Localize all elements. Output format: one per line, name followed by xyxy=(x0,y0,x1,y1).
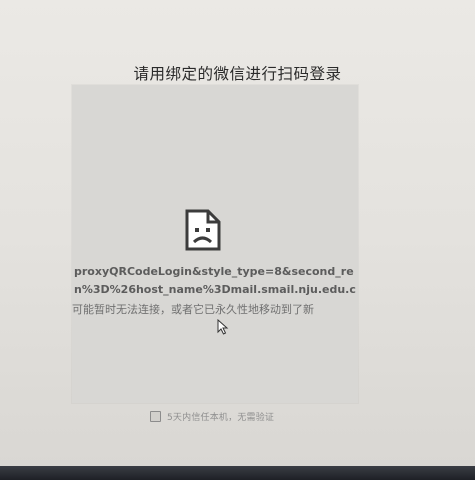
page-title: 请用绑定的微信进行扫码登录 xyxy=(133,65,342,83)
screen: 请用绑定的微信进行扫码登录 proxyQRCodeLogin&style_typ… xyxy=(0,0,475,466)
remember-device-checkbox[interactable] xyxy=(150,410,161,422)
remember-device-row[interactable]: 5天内信任本机，无需验证 xyxy=(150,409,274,423)
mouse-pointer-icon xyxy=(217,319,229,335)
remember-device-label: 5天内信任本机，无需验证 xyxy=(167,412,275,423)
monitor-bezel xyxy=(0,466,475,480)
error-url-line-1: proxyQRCodeLogin&style_type=8&second_re xyxy=(74,265,354,278)
sad-document-icon xyxy=(185,209,221,251)
error-message: 可能暂时无法连接，或者它已永久性地移动到了新 xyxy=(72,303,314,316)
error-url-line-2: n%3D%26host_name%3Dmail.smail.nju.edu.c xyxy=(74,283,356,296)
qr-code-frame: proxyQRCodeLogin&style_type=8&second_re … xyxy=(72,85,358,403)
